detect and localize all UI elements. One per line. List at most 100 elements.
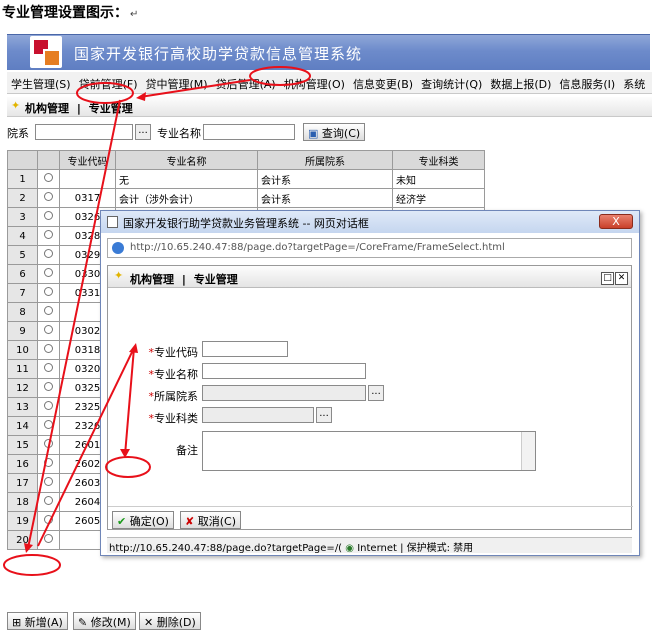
select-cell (37, 245, 60, 265)
add-major-dialog: 国家开发银行助学贷款业务管理系统 -- 网页对话框 X http://10.65… (100, 210, 640, 556)
restore-icon[interactable]: □ (601, 272, 614, 285)
table-header-row: 专业代码 专业名称 所属院系 专业科类 (7, 150, 485, 170)
document-heading: 专业管理设置图示： ↵ (2, 5, 139, 21)
dept-label: 院系 (7, 127, 29, 140)
menu-item-students[interactable]: 学生管理(S) (7, 72, 75, 92)
select-cell (37, 473, 60, 493)
row-radio[interactable] (44, 192, 53, 201)
check-icon: ✔ (117, 515, 127, 528)
row-radio[interactable] (44, 306, 53, 315)
select-cell (37, 397, 60, 417)
select-cell (37, 321, 60, 341)
row-radio[interactable] (44, 534, 53, 543)
col-category[interactable]: 专业科类 (392, 150, 485, 170)
dept-picker-button[interactable]: ... (135, 124, 151, 140)
delete-button[interactable]: ✕ 删除(D) (139, 612, 201, 630)
row-radio[interactable] (44, 287, 53, 296)
category-cell: 经济学 (392, 188, 485, 208)
row-index: 14 (7, 416, 38, 436)
row-radio[interactable] (44, 211, 53, 220)
col-code[interactable]: 专业代码 (59, 150, 116, 170)
row-index: 13 (7, 397, 38, 417)
row-radio[interactable] (44, 515, 53, 524)
table-row[interactable]: 2 0317 会计（涉外会计） 会计系 经济学 (7, 188, 485, 208)
row-radio[interactable] (44, 401, 53, 410)
close-icon[interactable]: ✕ (615, 272, 628, 285)
ok-button[interactable]: ✔ 确定(O) (112, 511, 174, 529)
row-radio[interactable] (44, 249, 53, 258)
category-cell: 未知 (392, 169, 485, 189)
menu-item-midloan[interactable]: 贷中管理(M) (142, 72, 212, 92)
select-cell (37, 359, 60, 379)
breadcrumb: ✦ 机构管理 | 专业管理 (7, 97, 652, 117)
menu-item-postloan[interactable]: 贷后管理(A) (212, 72, 280, 92)
menu-item-report[interactable]: 数据上报(D) (486, 72, 555, 92)
dept-input[interactable] (35, 124, 133, 140)
row-index: 18 (7, 492, 38, 512)
row-radio[interactable] (44, 496, 53, 505)
row-index: 12 (7, 378, 38, 398)
row-radio[interactable] (44, 439, 53, 448)
row-index: 20 (7, 530, 38, 550)
col-dept[interactable]: 所属院系 (257, 150, 393, 170)
row-radio[interactable] (44, 173, 53, 182)
menu-item-system[interactable]: 系统 (619, 72, 649, 92)
row-radio[interactable] (44, 477, 53, 486)
category-picker[interactable]: ... (316, 407, 332, 423)
row-index: 19 (7, 511, 38, 531)
dept-field-picker[interactable]: ... (368, 385, 384, 401)
menu-item-institution[interactable]: 机构管理(O) (280, 72, 349, 92)
main-menu-bar: 学生管理(S) 贷前管理(F) 贷中管理(M) 贷后管理(A) 机构管理(O) 信息变更(… (7, 72, 652, 94)
row-index: 17 (7, 473, 38, 493)
row-index: 8 (7, 302, 38, 322)
row-radio[interactable] (44, 458, 53, 467)
app-logo (30, 36, 62, 68)
menu-item-services[interactable]: 信息服务(I) (555, 72, 619, 92)
row-radio[interactable] (44, 363, 53, 372)
add-icon: ⊞ (12, 616, 22, 629)
dialog-titlebar: 国家开发银行助学贷款业务管理系统 -- 网页对话框 X (101, 211, 639, 233)
dialog-inner-header: ✦ 机构管理 | 专业管理 □ ✕ (108, 266, 631, 288)
col-select (37, 150, 60, 170)
major-name-input[interactable] (203, 124, 295, 140)
row-index: 16 (7, 454, 38, 474)
table-row[interactable]: 1 无会计系 未知 (7, 169, 485, 189)
dialog-address-bar: http://10.65.240.47:88/page.do?targetPag… (107, 238, 632, 258)
remark-label: 备注 (176, 444, 198, 457)
row-index: 9 (7, 321, 38, 341)
menu-item-preloan[interactable]: 贷前管理(F) (75, 72, 142, 92)
row-radio[interactable] (44, 325, 53, 334)
major-name-label: 专业名称 (157, 127, 201, 140)
breadcrumb-section: 机构管理 (25, 102, 69, 115)
search-icon: ▣ (308, 127, 319, 140)
edit-button[interactable]: ✎ 修改(M) (73, 612, 136, 630)
row-index: 5 (7, 245, 38, 265)
major-name-field[interactable] (202, 363, 366, 379)
col-index (7, 150, 38, 170)
remark-textarea[interactable] (202, 431, 536, 471)
row-radio[interactable] (44, 230, 53, 239)
select-cell (37, 416, 60, 436)
menu-item-query[interactable]: 查询统计(Q) (417, 72, 486, 92)
row-radio[interactable] (44, 344, 53, 353)
category-field[interactable] (202, 407, 314, 423)
pencil-icon: ✎ (78, 616, 88, 629)
dept-field[interactable] (202, 385, 366, 401)
cancel-button[interactable]: ✘ 取消(C) (180, 511, 241, 529)
row-radio[interactable] (44, 268, 53, 277)
row-index: 15 (7, 435, 38, 455)
row-radio[interactable] (44, 382, 53, 391)
col-name[interactable]: 专业名称 (115, 150, 258, 170)
remark-scrollbar[interactable] (521, 432, 535, 470)
menu-item-changes[interactable]: 信息变更(B) (349, 72, 417, 92)
add-button[interactable]: ⊞ 新增(A) (7, 612, 68, 630)
select-cell (37, 207, 60, 227)
major-code-input[interactable] (202, 341, 288, 357)
select-cell (37, 264, 60, 284)
globe-icon: ◉ (345, 543, 355, 553)
query-button[interactable]: ▣ 查询(C) (303, 123, 366, 141)
row-index: 10 (7, 340, 38, 360)
dialog-close-button[interactable]: X (599, 214, 633, 229)
select-cell (37, 454, 60, 474)
row-radio[interactable] (44, 420, 53, 429)
